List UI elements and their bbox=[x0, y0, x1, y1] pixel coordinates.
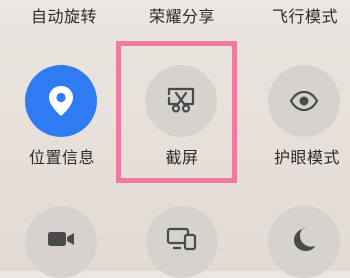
dark-mode-toggle-button[interactable] bbox=[268, 206, 340, 278]
moon-icon bbox=[291, 226, 317, 252]
auto-rotate-label[interactable]: 自动旋转 bbox=[31, 7, 97, 27]
video-camera-icon bbox=[46, 229, 76, 249]
multi-screen-icon bbox=[166, 227, 198, 251]
quick-settings-panel: 自动旋转 荣耀分享 飞行模式 位置信息 截屏 护眼模式 bbox=[0, 0, 350, 278]
eye-comfort-label: 护眼模式 bbox=[273, 148, 341, 167]
eye-comfort-toggle-button[interactable] bbox=[268, 65, 340, 137]
screenshot-toggle-button[interactable] bbox=[145, 65, 217, 137]
airplane-mode-label[interactable]: 飞行模式 bbox=[272, 7, 338, 27]
multi-screen-toggle-button[interactable] bbox=[146, 206, 218, 278]
screenshot-scissors-icon bbox=[166, 86, 196, 116]
eye-icon bbox=[289, 91, 319, 111]
screenshot-label: 截屏 bbox=[165, 148, 199, 167]
screen-record-toggle-button[interactable] bbox=[25, 206, 97, 278]
location-pin-icon bbox=[47, 84, 75, 118]
honor-share-label[interactable]: 荣耀分享 bbox=[149, 7, 215, 27]
location-toggle-button[interactable] bbox=[25, 65, 97, 137]
location-label: 位置信息 bbox=[28, 148, 96, 167]
